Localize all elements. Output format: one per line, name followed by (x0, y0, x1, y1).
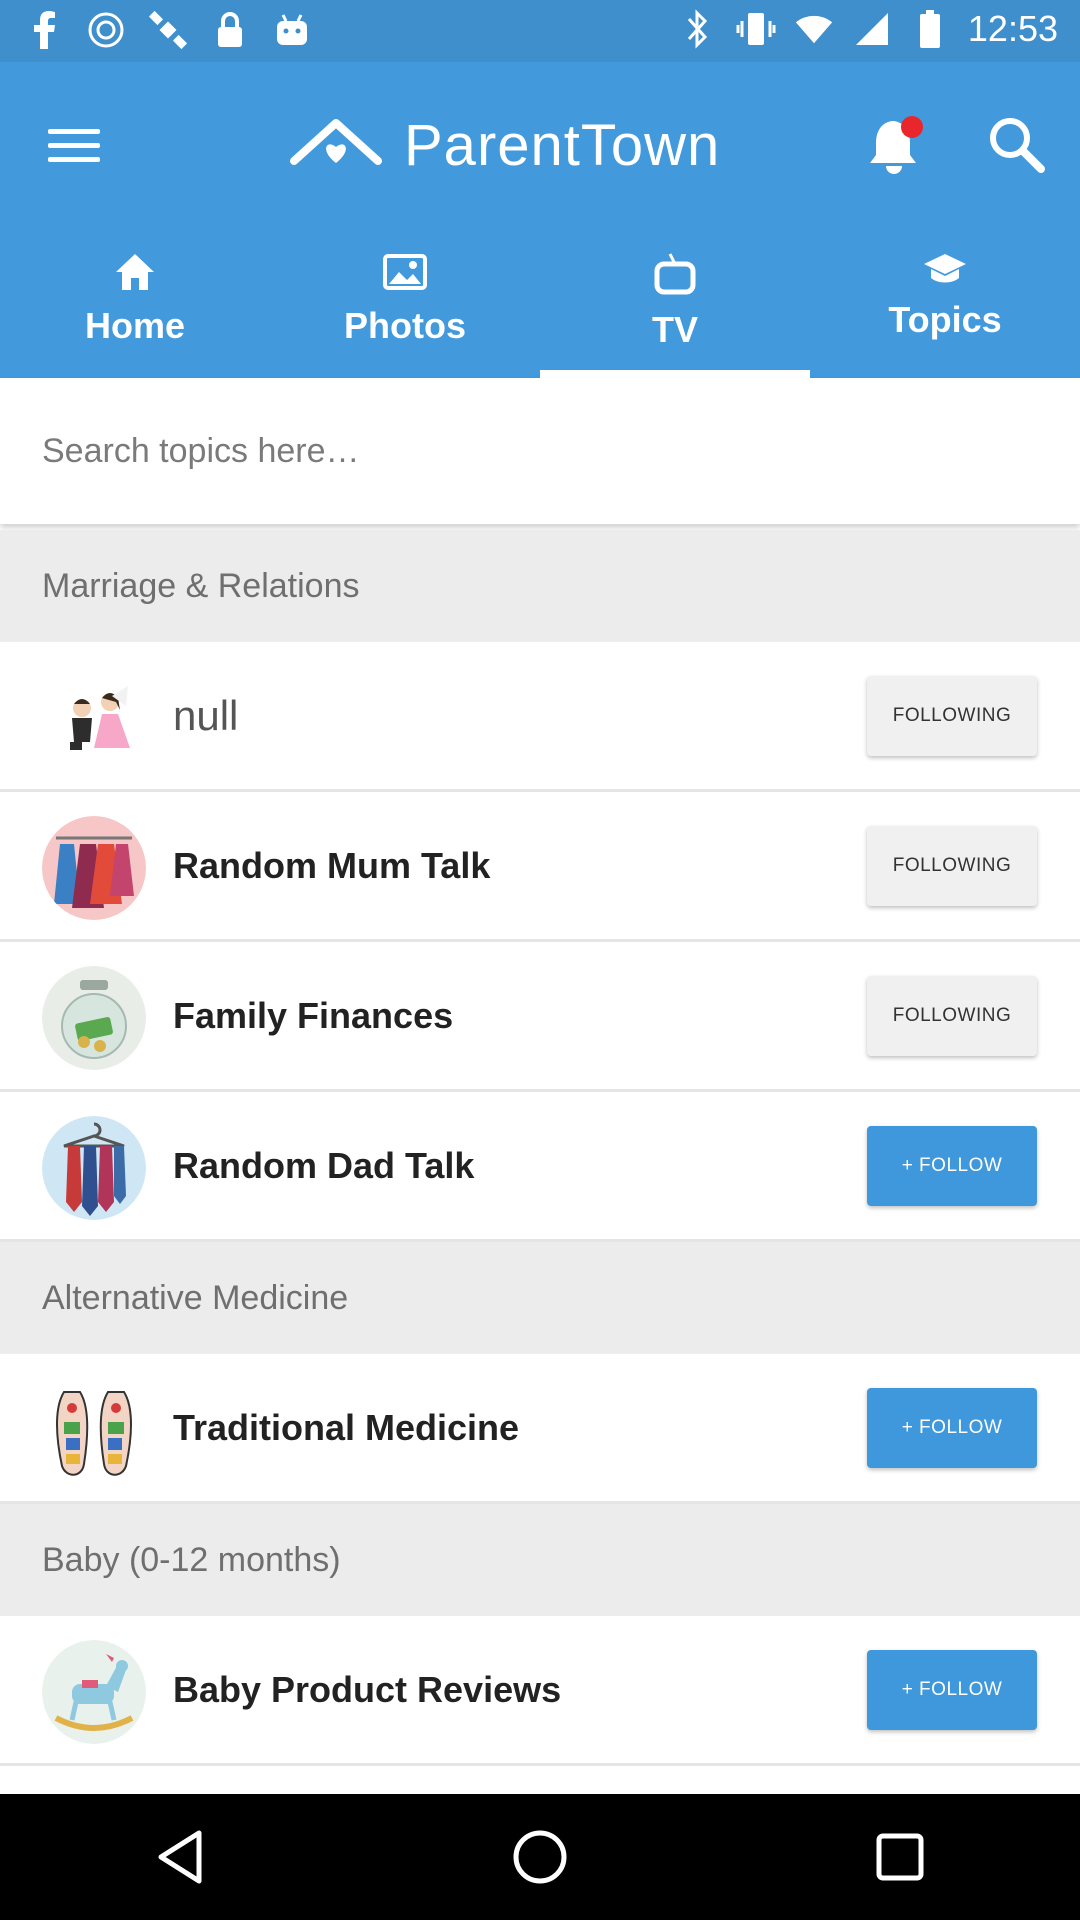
battery-icon (910, 9, 950, 49)
topic-title: Random Dad Talk (173, 1144, 475, 1186)
follow-button[interactable]: + FOLLOW (867, 1649, 1037, 1730)
section-header: Alternative Medicine (0, 1242, 1080, 1354)
facebook-icon (24, 10, 64, 50)
topic-title: null (173, 691, 239, 739)
home-icon (114, 252, 156, 297)
app-logo: ParentTown (290, 100, 720, 190)
status-time: 12:53 (967, 8, 1058, 49)
search-input[interactable] (42, 378, 1042, 524)
app-title: ParentTown (404, 112, 721, 178)
photos-icon (383, 252, 427, 297)
tv-icon (654, 252, 696, 301)
search-bar (0, 378, 1080, 524)
section-header: Marriage & Relations (0, 530, 1080, 642)
status-bar-left-icons (24, 10, 312, 50)
tab-photos[interactable]: Photos (270, 242, 540, 378)
tab-photos-label: Photos (344, 305, 466, 346)
back-icon[interactable] (135, 1812, 225, 1902)
follow-button[interactable]: + FOLLOW (867, 1125, 1037, 1206)
tab-topics-label: Topics (888, 299, 1002, 340)
topic-title: Random Mum Talk (173, 844, 491, 886)
reflexology-feet-avatar (42, 1378, 146, 1482)
topics-list: Marriage & Relations null FOLLOWING Rand… (0, 530, 1080, 1766)
search-icon[interactable] (980, 108, 1052, 180)
status-bar-right-icons: 12:53 (678, 8, 1058, 50)
android-icon (272, 10, 312, 50)
bluetooth-icon (678, 9, 718, 49)
bell-icon[interactable] (860, 108, 932, 180)
system-nav-bar (0, 1794, 1080, 1920)
tab-topics[interactable]: Topics (810, 242, 1080, 378)
list-item[interactable]: null FOLLOWING (0, 642, 1080, 792)
list-item[interactable]: Random Dad Talk + FOLLOW (0, 1092, 1080, 1242)
vibrate-icon (736, 9, 776, 49)
following-button[interactable]: FOLLOWING (867, 975, 1037, 1056)
recents-square-icon[interactable] (855, 1812, 945, 1902)
graduation-cap-icon (922, 252, 968, 291)
hamburger-menu-icon[interactable] (40, 112, 108, 180)
topic-title: Baby Product Reviews (173, 1668, 562, 1710)
rocking-horse-avatar (42, 1640, 146, 1744)
section-header: Baby (0-12 months) (0, 1504, 1080, 1616)
tab-tv[interactable]: TV (540, 242, 810, 378)
tab-home[interactable]: Home (0, 242, 270, 378)
home-circle-icon[interactable] (495, 1812, 585, 1902)
house-heart-icon (290, 117, 382, 174)
satellite-icon (148, 10, 188, 50)
topic-title: Family Finances (173, 994, 454, 1036)
follow-button[interactable]: + FOLLOW (867, 1387, 1037, 1468)
tab-home-label: Home (84, 305, 186, 346)
money-jar-avatar (42, 966, 146, 1070)
cast-icon (86, 10, 126, 50)
ties-avatar (42, 1116, 146, 1220)
list-item[interactable]: Family Finances FOLLOWING (0, 942, 1080, 1092)
signal-icon (852, 9, 892, 49)
app-bar: ParentTown Home Photos TV Topics (0, 62, 1080, 378)
following-button[interactable]: FOLLOWING (867, 825, 1037, 906)
lock-icon (210, 10, 250, 50)
following-button[interactable]: FOLLOWING (867, 675, 1037, 756)
status-bar: 12:53 (0, 0, 1080, 62)
wifi-icon (794, 9, 834, 49)
dresses-avatar (42, 816, 146, 920)
topic-title: Traditional Medicine (173, 1406, 520, 1448)
list-item[interactable]: Random Mum Talk FOLLOWING (0, 792, 1080, 942)
list-item[interactable]: Traditional Medicine + FOLLOW (0, 1354, 1080, 1504)
couple-avatar (42, 666, 146, 770)
tab-tv-label: TV (651, 309, 698, 350)
tab-bar: Home Photos TV Topics (0, 242, 1080, 378)
list-item[interactable]: Baby Product Reviews + FOLLOW (0, 1616, 1080, 1766)
